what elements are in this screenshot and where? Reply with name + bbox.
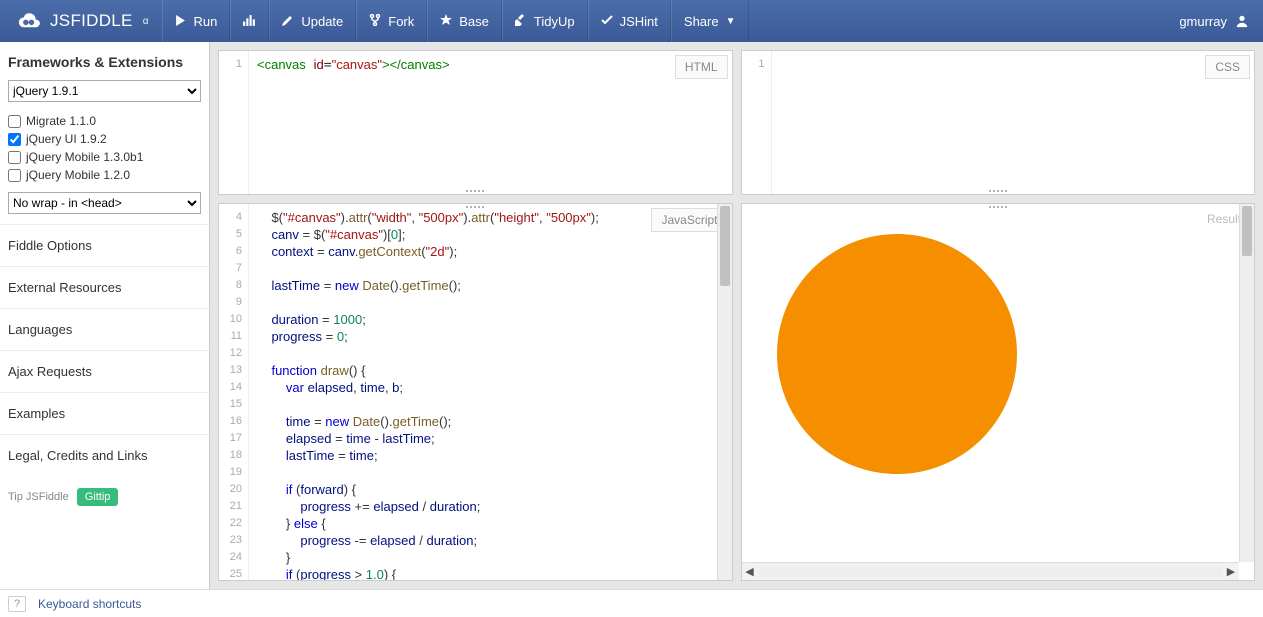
share-button[interactable]: Share▼ [671,0,749,42]
broom-icon [515,14,527,29]
user-name: gmurray [1179,14,1227,29]
sidebar-link-languages[interactable]: Languages [0,308,209,350]
result-pane: Result ◀ ▶ [741,203,1256,581]
css-code[interactable] [772,51,1255,194]
stats-icon [243,14,256,29]
extension-0[interactable]: Migrate 1.1.0 [0,112,209,130]
tidy-button[interactable]: TidyUp [502,0,588,42]
extension-2[interactable]: jQuery Mobile 1.3.0b1 [0,148,209,166]
wrap-select[interactable]: No wrap - in <head> [8,192,201,214]
extension-checkbox[interactable] [8,115,21,128]
star-icon [440,14,452,29]
user-menu[interactable]: gmurray [1165,0,1263,42]
cloud-icon [14,11,42,31]
brand-name: JSFIDDLE [50,11,133,31]
extension-checkbox[interactable] [8,151,21,164]
js-scrollbar[interactable] [717,204,732,580]
sidebar-heading: Frameworks & Extensions [0,42,209,80]
extension-checkbox[interactable] [8,133,21,146]
js-gutter: 4567891011121314151617181920212223242526… [219,204,249,580]
result-v-scrollbar[interactable] [1239,204,1254,562]
check-icon [601,14,613,29]
sidebar-links: Fiddle OptionsExternal ResourcesLanguage… [0,224,209,476]
pencil-icon [282,14,294,29]
sidebar-link-examples[interactable]: Examples [0,392,209,434]
update-button[interactable]: Update [269,0,356,42]
extension-1[interactable]: jQuery UI 1.9.2 [0,130,209,148]
help-icon[interactable]: ? [8,596,26,612]
keyboard-shortcuts-link[interactable]: Keyboard shortcuts [38,597,141,611]
framework-select[interactable]: jQuery 1.9.1 [8,80,201,102]
extension-checkbox[interactable] [8,169,21,182]
orange-circle [777,234,1017,474]
resize-grip[interactable] [466,190,484,192]
footer: ? Keyboard shortcuts [0,589,1263,617]
jshint-button[interactable]: JSHint [588,0,671,42]
tip-line: Tip JSFiddle Gittip [0,476,209,518]
css-pane[interactable]: 1 CSS [741,50,1256,195]
topbar: JSFIDDLE α Run UpdateForkBaseTidyUpJSHint… [0,0,1263,42]
sidebar-link-fiddle-options[interactable]: Fiddle Options [0,224,209,266]
extensions-list: Migrate 1.1.0jQuery UI 1.9.2jQuery Mobil… [0,112,209,184]
sidebar-link-external-resources[interactable]: External Resources [0,266,209,308]
user-icon [1235,14,1249,28]
result-h-scrollbar[interactable]: ◀ ▶ [742,562,1240,580]
html-gutter: 1 [219,51,249,194]
resize-grip[interactable] [466,206,484,208]
css-gutter: 1 [742,51,772,194]
js-pane[interactable]: 4567891011121314151617181920212223242526… [218,203,733,581]
chevron-down-icon: ▼ [726,16,736,27]
scroll-right-icon[interactable]: ▶ [1223,565,1239,578]
html-code[interactable]: <canvas id="canvas"></canvas> [249,51,732,194]
fork-button[interactable]: Fork [356,0,427,42]
resize-grip[interactable] [989,190,1007,192]
js-code[interactable]: $("#canvas").attr("width", "500px").attr… [249,204,732,580]
resize-grip[interactable] [989,206,1007,208]
extension-3[interactable]: jQuery Mobile 1.2.0 [0,166,209,184]
editors-grid: 1 <canvas id="canvas"></canvas> HTML 1 C… [210,42,1263,589]
tip-label: Tip JSFiddle [8,491,69,503]
fork-icon [369,14,381,29]
html-pane[interactable]: 1 <canvas id="canvas"></canvas> HTML [218,50,733,195]
sidebar-link-ajax-requests[interactable]: Ajax Requests [0,350,209,392]
css-label: CSS [1205,55,1250,79]
run-button[interactable]: Run [162,0,230,42]
sidebar: Frameworks & Extensions jQuery 1.9.1 Mig… [0,42,210,589]
sidebar-link-legal-credits-and-links[interactable]: Legal, Credits and Links [0,434,209,476]
main: Frameworks & Extensions jQuery 1.9.1 Mig… [0,42,1263,589]
play-icon [175,14,186,29]
brand-suffix: α [143,16,149,27]
toolbar: Run UpdateForkBaseTidyUpJSHintShare▼ [162,0,748,42]
scroll-left-icon[interactable]: ◀ [742,565,758,578]
stats-button[interactable] [230,0,269,42]
logo-block[interactable]: JSFIDDLE α [0,0,162,42]
gittip-pill[interactable]: Gittip [77,488,119,506]
result-canvas [742,204,1255,580]
base-button[interactable]: Base [427,0,502,42]
html-label: HTML [675,55,728,79]
